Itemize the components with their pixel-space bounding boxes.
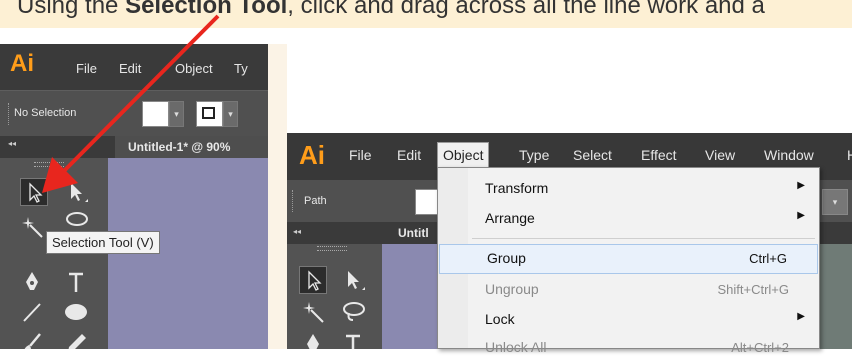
- selection-tool-icon[interactable]: [299, 266, 327, 294]
- submenu-arrow-icon: ▶: [797, 180, 805, 191]
- menu-item-group[interactable]: Group Ctrl+G: [439, 244, 818, 274]
- stroke-dropdown-icon[interactable]: ▾: [822, 189, 848, 215]
- menu-edit[interactable]: Edit: [119, 61, 141, 76]
- menu-file[interactable]: File: [76, 61, 97, 76]
- menu-object[interactable]: Object: [175, 61, 213, 76]
- ai-logo: Ai: [299, 140, 325, 170]
- fill-swatch[interactable]: [142, 101, 169, 127]
- panel-grip[interactable]: [317, 246, 347, 251]
- menu-bar: Ai File Edit Object Ty: [0, 44, 268, 90]
- menu-item-transform[interactable]: Transform ▶: [438, 175, 819, 203]
- selection-status: Path: [304, 195, 327, 207]
- pen-tool-icon[interactable]: [299, 330, 327, 349]
- object-menu-dropdown: Transform ▶ Arrange ▶ Group Ctrl+G Ungro…: [437, 167, 820, 355]
- control-panel: No Selection ▾ ▾: [0, 90, 268, 137]
- shortcut-label: Alt+Ctrl+2: [731, 340, 789, 355]
- lasso-tool-icon[interactable]: [339, 298, 367, 326]
- instruction-banner: Using the Selection Tool, click and drag…: [0, 0, 852, 28]
- magic-wand-tool-icon[interactable]: [18, 213, 46, 241]
- submenu-arrow-icon: ▶: [797, 210, 805, 221]
- direct-selection-tool-icon[interactable]: [339, 266, 367, 294]
- menu-select[interactable]: Select: [573, 147, 612, 163]
- type-tool-icon[interactable]: [339, 330, 367, 349]
- menu-type[interactable]: Type: [519, 147, 549, 163]
- shortcut-label: Shift+Ctrl+G: [717, 282, 789, 297]
- menu-separator: [472, 238, 815, 239]
- menu-type[interactable]: Ty: [234, 61, 248, 76]
- pen-tool-icon[interactable]: [18, 268, 46, 296]
- direct-selection-tool-icon[interactable]: [62, 178, 90, 206]
- type-tool-icon[interactable]: [62, 268, 90, 296]
- menu-file[interactable]: File: [349, 147, 372, 163]
- menu-help[interactable]: H: [847, 147, 852, 163]
- menu-edit[interactable]: Edit: [397, 147, 421, 163]
- collapse-icon[interactable]: ◂◂: [293, 227, 301, 236]
- menu-item-ungroup[interactable]: Ungroup Shift+Ctrl+G: [438, 276, 819, 304]
- line-segment-tool-icon[interactable]: [18, 298, 46, 326]
- shortcut-label: Ctrl+G: [749, 251, 787, 266]
- selection-tool-tooltip: Selection Tool (V): [46, 231, 160, 254]
- instruction-text: Using the Selection Tool, click and drag…: [17, 0, 765, 22]
- menu-window[interactable]: Window: [764, 147, 814, 163]
- pencil-tool-icon[interactable]: [62, 330, 90, 349]
- fill-dropdown-icon[interactable]: ▾: [169, 101, 184, 127]
- menu-view[interactable]: View: [705, 147, 735, 163]
- menu-item-lock[interactable]: Lock ▶: [438, 306, 819, 334]
- illustrator-screenshot-left: Ai File Edit Object Ty No Selection ▾ ▾ …: [0, 44, 268, 349]
- menu-effect[interactable]: Effect: [641, 147, 677, 163]
- paintbrush-tool-icon[interactable]: [18, 330, 46, 349]
- menu-item-arrange[interactable]: Arrange ▶: [438, 205, 819, 233]
- tools-panel: [287, 244, 382, 349]
- collapse-icon[interactable]: ◂◂: [8, 139, 16, 148]
- document-tab[interactable]: Untitled-1* @ 90%: [115, 136, 268, 158]
- ai-logo: Ai: [10, 50, 34, 77]
- selection-tool-icon[interactable]: [20, 178, 48, 206]
- ellipse-tool-icon[interactable]: [62, 298, 90, 326]
- menu-object[interactable]: Object: [437, 142, 490, 168]
- stroke-dropdown-icon[interactable]: ▾: [223, 101, 238, 127]
- panel-grip[interactable]: [34, 162, 64, 167]
- grip-handle[interactable]: [292, 190, 295, 212]
- menu-item-unlock-all[interactable]: Unlock All Alt+Ctrl+2: [438, 334, 819, 362]
- selection-status: No Selection: [14, 107, 77, 119]
- instruction-bold: Selection Tool: [125, 0, 288, 19]
- grip-handle[interactable]: [8, 103, 11, 125]
- document-tab[interactable]: Untitl: [398, 226, 429, 240]
- magic-wand-tool-icon[interactable]: [299, 298, 327, 326]
- submenu-arrow-icon: ▶: [797, 311, 805, 322]
- stroke-swatch[interactable]: [196, 101, 223, 127]
